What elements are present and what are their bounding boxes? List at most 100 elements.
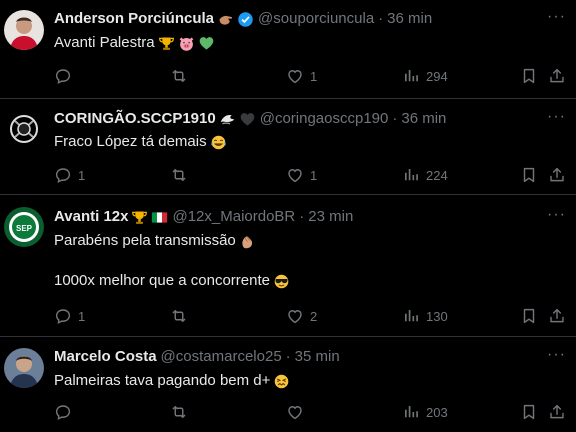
more-options-icon[interactable]: ··· <box>547 205 566 225</box>
author-name[interactable]: Anderson Porciúncula <box>54 9 214 29</box>
tweet-text: Avanti Palestra <box>54 33 556 53</box>
eagle-emoji <box>219 111 236 128</box>
heart-icon <box>286 67 304 85</box>
retweet-button[interactable] <box>170 165 194 185</box>
avatar[interactable] <box>4 10 44 50</box>
tweet[interactable]: Anderson Porciúncula @souporciuncula · 3… <box>0 0 576 99</box>
bookmark-button[interactable] <box>520 402 538 422</box>
reply-icon <box>54 67 72 85</box>
reply-icon <box>54 166 72 184</box>
tweet-text: Palmeiras tava pagando bem d+ <box>54 371 556 391</box>
reply-count: 1 <box>78 167 86 183</box>
share-icon <box>548 166 566 184</box>
reply-count: 1 <box>78 308 86 324</box>
more-options-icon[interactable]: ··· <box>547 345 566 365</box>
italy-flag-emoji <box>151 209 168 226</box>
view-count: 130 <box>426 308 448 324</box>
view-count: 224 <box>426 167 448 183</box>
persevering-face-emoji <box>273 373 290 390</box>
share-button[interactable] <box>548 66 566 86</box>
green-heart-emoji <box>198 35 215 52</box>
share-icon <box>548 307 566 325</box>
like-count: 1 <box>310 167 318 183</box>
author-name[interactable]: Marcelo Costa <box>54 347 157 367</box>
tweet-text-line: 1000x melhor que a concorrente <box>54 272 270 289</box>
retweet-button[interactable] <box>170 306 194 326</box>
tears-of-joy-emoji <box>210 134 227 151</box>
tweet-actions: 1 1 224 <box>54 165 576 185</box>
views-button[interactable]: 224 <box>402 165 448 185</box>
heart-icon <box>286 403 304 421</box>
bookmark-icon <box>520 307 538 325</box>
bookmark-icon <box>520 67 538 85</box>
tweet[interactable]: Marcelo Costa @costamarcelo25 · 35 min ·… <box>0 337 576 432</box>
author-name[interactable]: Avanti 12x <box>54 207 128 227</box>
like-count: 2 <box>310 308 318 324</box>
bookmark-icon <box>520 166 538 184</box>
bookmark-button[interactable] <box>520 66 538 86</box>
avatar[interactable]: SEP <box>4 207 44 247</box>
like-button[interactable]: 2 <box>286 306 317 326</box>
trophy-emoji <box>131 209 148 226</box>
like-button[interactable]: 1 <box>286 66 317 86</box>
reply-icon <box>54 403 72 421</box>
reply-button[interactable] <box>54 66 78 86</box>
bookmark-icon <box>520 403 538 421</box>
tweet-actions: 1 2 130 <box>54 306 576 326</box>
share-icon <box>548 403 566 421</box>
author-handle[interactable]: @coringaosccp190 <box>260 109 389 129</box>
reply-button[interactable] <box>54 402 78 422</box>
view-count: 203 <box>426 404 448 420</box>
avatar[interactable] <box>4 109 44 149</box>
retweet-button[interactable] <box>170 402 194 422</box>
tweet[interactable]: SEP Avanti 12x @12x_MaiordoBR · 23 min ·… <box>0 195 576 337</box>
bookmark-button[interactable] <box>520 165 538 185</box>
like-button[interactable]: 1 <box>286 165 317 185</box>
more-options-icon[interactable]: ··· <box>547 7 566 27</box>
author-handle[interactable]: @souporciuncula <box>258 9 374 29</box>
retweet-icon <box>170 307 188 325</box>
bar-chart-icon <box>402 166 420 184</box>
bar-chart-icon <box>402 307 420 325</box>
timestamp[interactable]: 35 min <box>295 347 340 367</box>
author-name[interactable]: CORINGÃO.SCCP1910 <box>54 109 216 129</box>
bar-chart-icon <box>402 67 420 85</box>
reply-icon <box>54 307 72 325</box>
views-button[interactable]: 130 <box>402 306 448 326</box>
retweet-icon <box>170 403 188 421</box>
tweet[interactable]: CORINGÃO.SCCP1910 @coringaosccp190 · 36 … <box>0 99 576 195</box>
retweet-icon <box>170 67 188 85</box>
avatar[interactable] <box>4 348 44 388</box>
share-button[interactable] <box>548 306 566 326</box>
timestamp[interactable]: 23 min <box>308 207 353 227</box>
tweet-actions: 203 <box>54 402 576 422</box>
views-button[interactable]: 203 <box>402 402 448 422</box>
timeline-feed: Anderson Porciúncula @souporciuncula · 3… <box>0 0 576 432</box>
heart-icon <box>286 307 304 325</box>
reply-button[interactable]: 1 <box>54 306 85 326</box>
separator-dot: · <box>392 110 398 127</box>
tweet-text: Fraco López tá demais <box>54 132 556 152</box>
timestamp[interactable]: 36 min <box>401 109 446 129</box>
svg-text:SEP: SEP <box>16 224 33 233</box>
tweet-text-line: Parabéns pela transmissão <box>54 232 236 249</box>
bar-chart-icon <box>402 403 420 421</box>
share-button[interactable] <box>548 165 566 185</box>
author-handle[interactable]: @costamarcelo25 <box>161 347 282 367</box>
share-icon <box>548 67 566 85</box>
pig-face-emoji <box>178 35 195 52</box>
retweet-icon <box>170 166 188 184</box>
like-button[interactable] <box>286 402 310 422</box>
black-heart-emoji <box>239 111 256 128</box>
retweet-button[interactable] <box>170 66 194 86</box>
tweet-text-line: Palmeiras tava pagando bem d+ <box>54 372 271 389</box>
tweet-text: Parabéns pela transmissão 1000x melhor q… <box>54 231 556 291</box>
tweet-text-line: Fraco López tá demais <box>54 133 207 150</box>
views-button[interactable]: 294 <box>402 66 448 86</box>
more-options-icon[interactable]: ··· <box>547 107 566 127</box>
reply-button[interactable]: 1 <box>54 165 85 185</box>
author-handle[interactable]: @12x_MaiordoBR <box>172 207 295 227</box>
timestamp[interactable]: 36 min <box>387 9 432 29</box>
share-button[interactable] <box>548 402 566 422</box>
bookmark-button[interactable] <box>520 306 538 326</box>
